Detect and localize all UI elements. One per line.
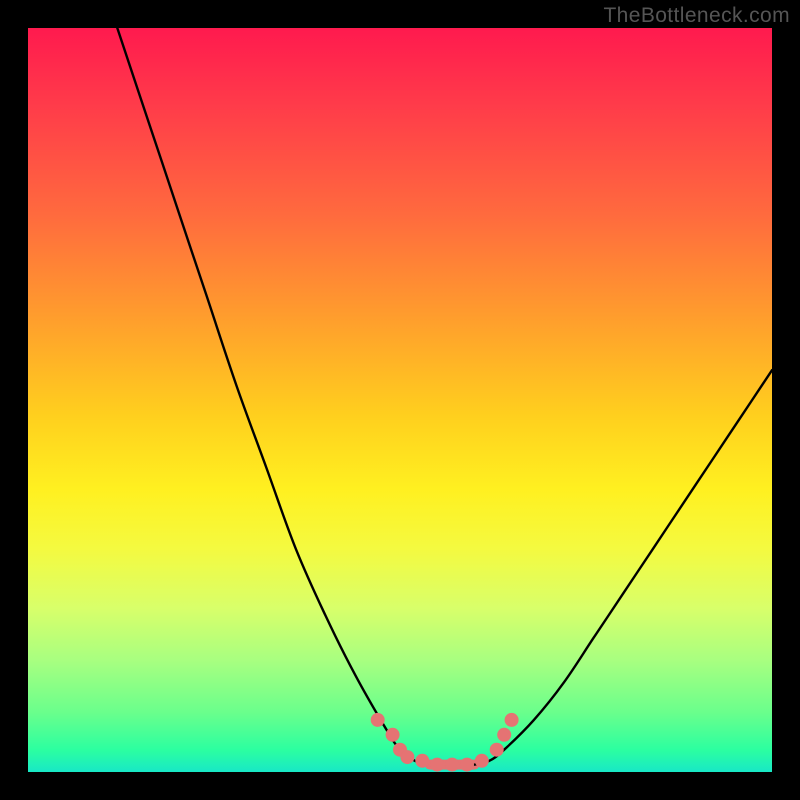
left-curve-path — [117, 28, 430, 765]
series-group — [117, 28, 772, 765]
highlight-dot — [371, 713, 385, 727]
highlight-dot — [445, 758, 459, 772]
chart-stage: TheBottleneck.com — [0, 0, 800, 800]
highlight-dot — [400, 750, 414, 764]
attribution-watermark: TheBottleneck.com — [603, 4, 790, 28]
highlight-dot — [460, 758, 474, 772]
highlight-dot — [505, 713, 519, 727]
highlight-dot — [475, 754, 489, 768]
plot-area — [28, 28, 772, 772]
highlight-dot — [415, 754, 429, 768]
curve-layer — [28, 28, 772, 772]
right-curve-path — [474, 370, 772, 764]
highlight-dot — [430, 758, 444, 772]
highlight-dot — [386, 728, 400, 742]
highlight-dot — [497, 728, 511, 742]
highlight-dot — [490, 743, 504, 757]
